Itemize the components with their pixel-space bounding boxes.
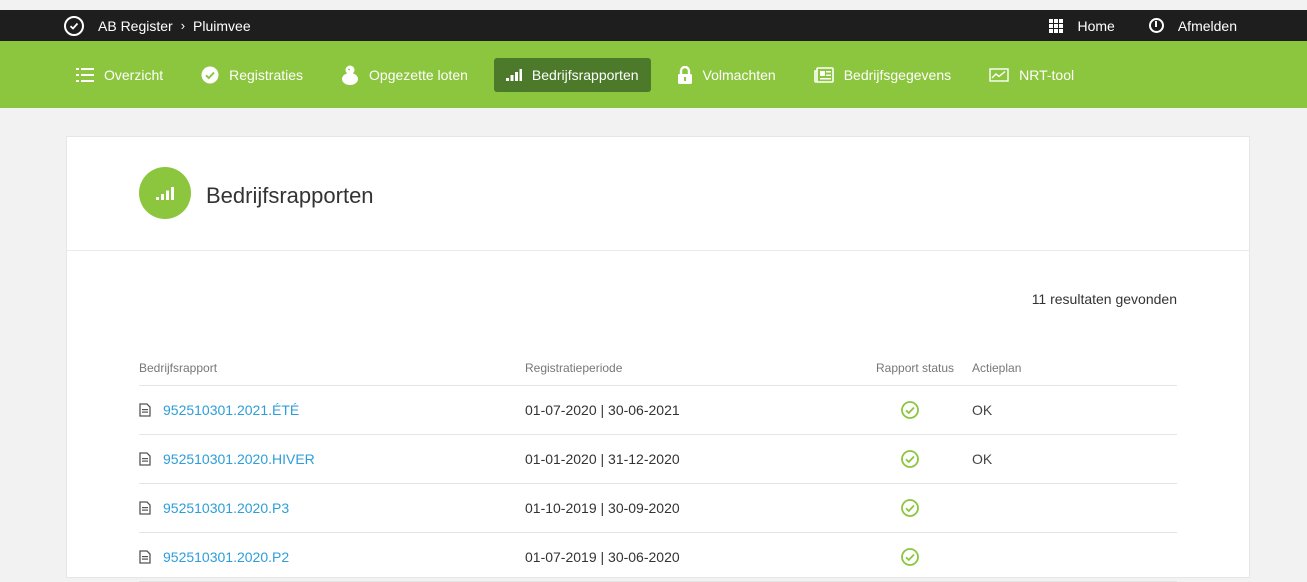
actieplan-value: OK [972, 402, 993, 418]
nav-label: Volmachten [702, 66, 776, 83]
actieplan-value: OK [972, 451, 993, 467]
header-bar-chart-icon [139, 167, 191, 219]
list-icon [76, 67, 94, 82]
nav-label: Bedrijfsrapporten [531, 66, 639, 83]
card-header: Bedrijfsrapporten [67, 137, 1249, 251]
logout-link[interactable]: Afmelden [1148, 17, 1237, 34]
nav-item-volmachten[interactable]: Volmachten [665, 58, 788, 92]
registration-period: 01-01-2020 | 31-12-2020 [525, 451, 680, 467]
app-logo-check-icon[interactable] [64, 15, 84, 36]
registration-period: 01-07-2019 | 30-06-2020 [525, 549, 680, 565]
nav-item-nrt-tool[interactable]: NRT-tool [977, 58, 1086, 92]
home-label: Home [1077, 17, 1115, 34]
results-count: 11 resultaten gevonden [1031, 291, 1177, 307]
report-link[interactable]: 952510301.2020.HIVER [163, 451, 315, 467]
breadcrumb-root[interactable]: AB Register [98, 18, 173, 34]
column-header-bedrijfsrapport[interactable]: Bedrijfsrapport [139, 361, 217, 375]
document-icon [139, 501, 151, 515]
nav-label: Registraties [229, 66, 304, 83]
breadcrumb: AB Register › Pluimvee [64, 10, 251, 41]
nav-label: Bedrijfsgegevens [843, 66, 952, 83]
column-header-actieplan[interactable]: Actieplan [972, 361, 1021, 375]
status-ok-check-icon [901, 386, 919, 434]
table-header: Bedrijfsrapport Registratieperiode Rappo… [139, 357, 1177, 386]
nav-item-registraties[interactable]: Registraties [189, 58, 315, 92]
newspaper-icon [813, 66, 834, 83]
power-icon [1148, 18, 1164, 33]
table-row: 952510301.2021.ÉTÉ 01-07-2020 | 30-06-20… [139, 386, 1177, 435]
status-ok-check-icon [901, 533, 919, 581]
nav-label: NRT-tool [1019, 66, 1075, 83]
bar-chart-icon [505, 68, 522, 81]
report-link[interactable]: 952510301.2020.P3 [163, 500, 289, 516]
breadcrumb-current[interactable]: Pluimvee [193, 18, 251, 34]
report-link[interactable]: 952510301.2021.ÉTÉ [163, 402, 299, 418]
nav-label: Opgezette loten [369, 66, 468, 83]
table-row: 952510301.2020.P3 01-10-2019 | 30-09-202… [139, 484, 1177, 533]
column-header-registratieperiode[interactable]: Registratieperiode [525, 361, 622, 375]
nav-item-bedrijfsrapporten[interactable]: Bedrijfsrapporten [493, 57, 651, 92]
nav-label: Overzicht [104, 66, 164, 83]
check-circle-icon [201, 66, 219, 84]
main-navigation: Overzicht Registraties Opgezette loten B… [0, 41, 1307, 108]
document-icon [139, 403, 151, 417]
home-link[interactable]: Home [1049, 17, 1115, 34]
registration-period: 01-10-2019 | 30-09-2020 [525, 500, 680, 516]
page-title: Bedrijfsrapporten [206, 183, 374, 208]
nav-item-opgezette-loten[interactable]: Opgezette loten [329, 58, 480, 92]
nav-item-bedrijfsgegevens[interactable]: Bedrijfsgegevens [802, 58, 963, 92]
report-link[interactable]: 952510301.2020.P2 [163, 549, 289, 565]
reports-table: Bedrijfsrapport Registratieperiode Rappo… [139, 357, 1177, 582]
logout-label: Afmelden [1177, 17, 1237, 34]
status-ok-check-icon [901, 484, 919, 532]
table-row: 952510301.2020.P2 01-07-2019 | 30-06-202… [139, 533, 1177, 582]
top-bar: AB Register › Pluimvee Home Afmelden [0, 10, 1307, 41]
registration-period: 01-07-2020 | 30-06-2021 [525, 402, 680, 418]
document-icon [139, 452, 151, 466]
nav-item-overzicht[interactable]: Overzicht [64, 58, 175, 92]
column-header-rapport-status[interactable]: Rapport status [876, 361, 954, 375]
document-icon [139, 550, 151, 564]
line-chart-icon [989, 67, 1009, 82]
status-ok-check-icon [901, 435, 919, 483]
table-row: 952510301.2020.HIVER 01-01-2020 | 31-12-… [139, 435, 1177, 484]
lock-icon [677, 65, 693, 84]
breadcrumb-separator: › [180, 18, 186, 33]
chick-icon [341, 65, 359, 85]
apps-grid-icon [1049, 18, 1064, 33]
content-card: Bedrijfsrapporten 11 resultaten gevonden… [66, 136, 1250, 582]
